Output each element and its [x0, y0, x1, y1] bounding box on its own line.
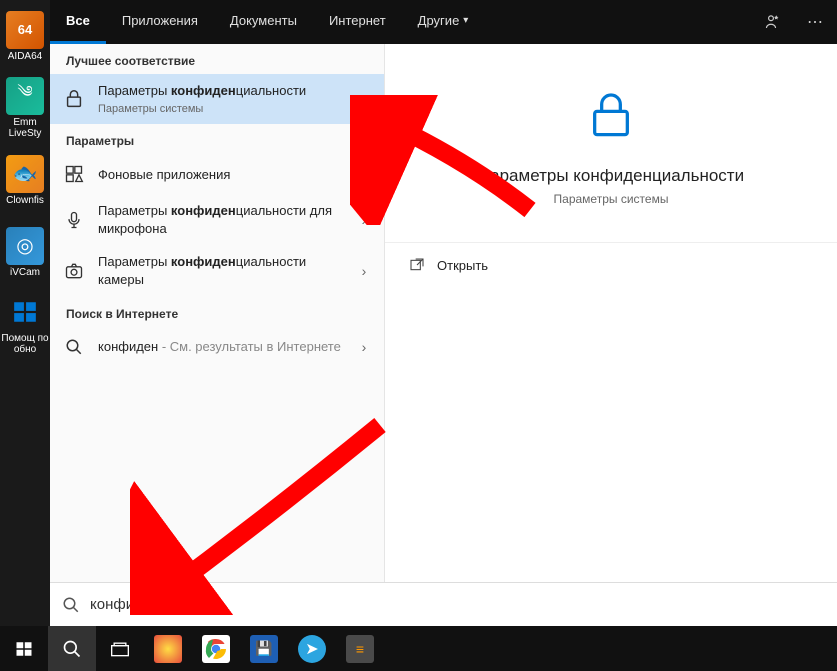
tab-internet[interactable]: Интернет: [313, 0, 402, 44]
chevron-down-icon: ▾: [463, 15, 468, 26]
app-icon: 🐟: [6, 155, 44, 193]
result-background-apps[interactable]: Фоновые приложения ›: [50, 154, 384, 194]
feedback-button[interactable]: [749, 0, 793, 44]
result-best-match[interactable]: Параметры конфиденциальности Параметры с…: [50, 74, 384, 124]
windows-icon: [6, 293, 44, 331]
taskbar-app-sublime[interactable]: ≡: [336, 626, 384, 671]
lock-icon: [579, 84, 643, 148]
search-icon: [62, 596, 80, 614]
preview-actions: Открыть: [385, 242, 837, 287]
taskbar-app-chrome[interactable]: [192, 626, 240, 671]
start-button[interactable]: [0, 626, 48, 671]
desktop-icon-ivcam[interactable]: ◎ iVCam: [0, 216, 50, 288]
search-icon: [62, 335, 86, 359]
results-list: Лучшее соответствие Параметры конфиденци…: [50, 44, 385, 582]
desktop-icon-emm[interactable]: ༄ Emm LiveSty: [0, 72, 50, 144]
result-text: Параметры конфиденциальности камеры: [98, 253, 344, 288]
lock-icon: [62, 87, 86, 111]
search-panel: Все Приложения Документы Интернет Другие…: [50, 0, 837, 626]
open-icon: [409, 257, 425, 273]
preview-subtitle: Параметры системы: [554, 192, 669, 206]
desktop-label: Помощ по обно: [0, 333, 50, 355]
taskbar-app-notepad[interactable]: 💾: [240, 626, 288, 671]
tab-apps[interactable]: Приложения: [106, 0, 214, 44]
result-text: конфиден - См. результаты в Интернете: [98, 338, 344, 356]
chevron-right-icon: ›: [356, 166, 372, 182]
desktop-icon-aida64[interactable]: 64 AIDA64: [0, 0, 50, 72]
search-input[interactable]: [90, 596, 825, 613]
result-text: Параметры конфиденциальности Параметры с…: [98, 82, 372, 116]
desktop-label: iVCam: [10, 267, 40, 278]
desktop-label: Emm LiveSty: [0, 117, 50, 139]
preview-title: Параметры конфиденциальности: [478, 166, 744, 186]
result-text: Фоновые приложения: [98, 166, 344, 184]
chevron-right-icon: ›: [356, 263, 372, 279]
tab-documents[interactable]: Документы: [214, 0, 313, 44]
camera-icon: [62, 259, 86, 283]
taskbar: 💾 ➤ ≡: [0, 626, 837, 671]
search-tabs: Все Приложения Документы Интернет Другие…: [50, 0, 837, 44]
microphone-icon: [62, 208, 86, 232]
chevron-right-icon: ›: [356, 212, 372, 228]
tab-more[interactable]: Другие▾: [402, 0, 485, 44]
taskbar-app-yandex[interactable]: [144, 626, 192, 671]
search-button[interactable]: [48, 626, 96, 671]
section-settings: Параметры: [50, 124, 384, 154]
aida64-icon: 64: [6, 11, 44, 49]
taskbar-app-telegram[interactable]: ➤: [288, 626, 336, 671]
chevron-right-icon: ›: [356, 339, 372, 355]
section-best-match: Лучшее соответствие: [50, 44, 384, 74]
desktop-icons: 64 AIDA64 ༄ Emm LiveSty 🐟 Clownfis ◎ iVC…: [0, 0, 50, 360]
desktop-label: AIDA64: [8, 51, 42, 62]
result-web-search[interactable]: конфиден - См. результаты в Интернете ›: [50, 327, 384, 367]
options-button[interactable]: ⋯: [793, 0, 837, 44]
apps-icon: [62, 162, 86, 186]
desktop-label: Clownfis: [6, 195, 44, 206]
search-input-row: [50, 582, 837, 626]
task-view-button[interactable]: [96, 626, 144, 671]
result-text: Параметры конфиденциальности для микрофо…: [98, 202, 344, 237]
section-web: Поиск в Интернете: [50, 297, 384, 327]
app-icon: ◎: [6, 227, 44, 265]
desktop-icon-updater[interactable]: Помощ по обно: [0, 288, 50, 360]
open-action[interactable]: Открыть: [385, 243, 837, 287]
result-camera-privacy[interactable]: Параметры конфиденциальности камеры ›: [50, 245, 384, 296]
result-microphone-privacy[interactable]: Параметры конфиденциальности для микрофо…: [50, 194, 384, 245]
preview-pane: Параметры конфиденциальности Параметры с…: [385, 44, 837, 582]
app-icon: ༄: [6, 77, 44, 115]
tab-all[interactable]: Все: [50, 0, 106, 44]
open-label: Открыть: [437, 258, 488, 273]
desktop-icon-clownfish[interactable]: 🐟 Clownfis: [0, 144, 50, 216]
